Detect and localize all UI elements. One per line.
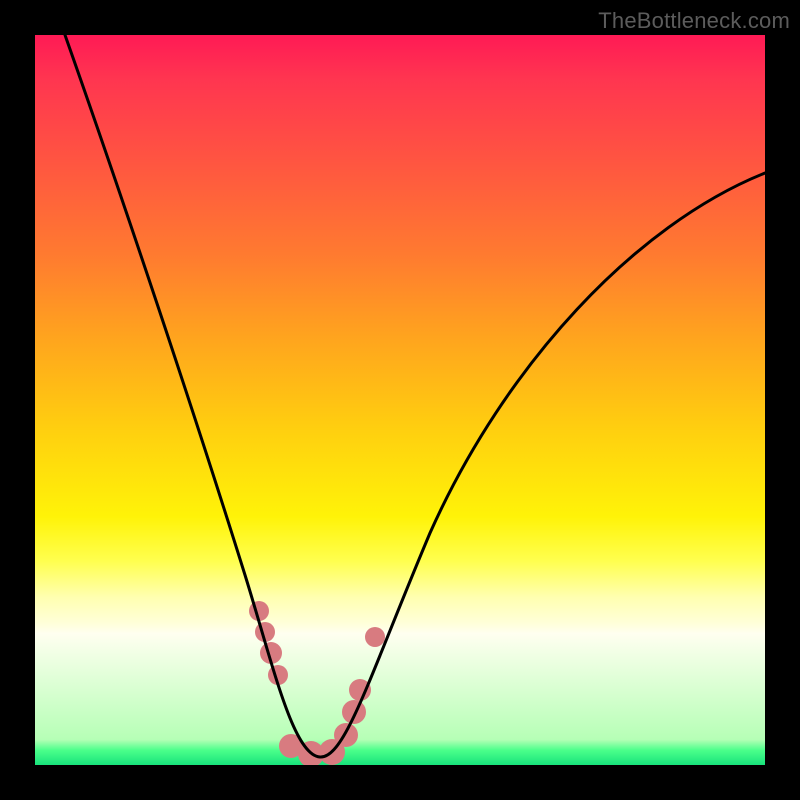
curve-black — [65, 35, 765, 757]
marker-group — [249, 601, 385, 765]
watermark-text: TheBottleneck.com — [598, 8, 790, 34]
plot-area — [35, 35, 765, 765]
chart-frame: TheBottleneck.com — [0, 0, 800, 800]
chart-svg — [35, 35, 765, 765]
